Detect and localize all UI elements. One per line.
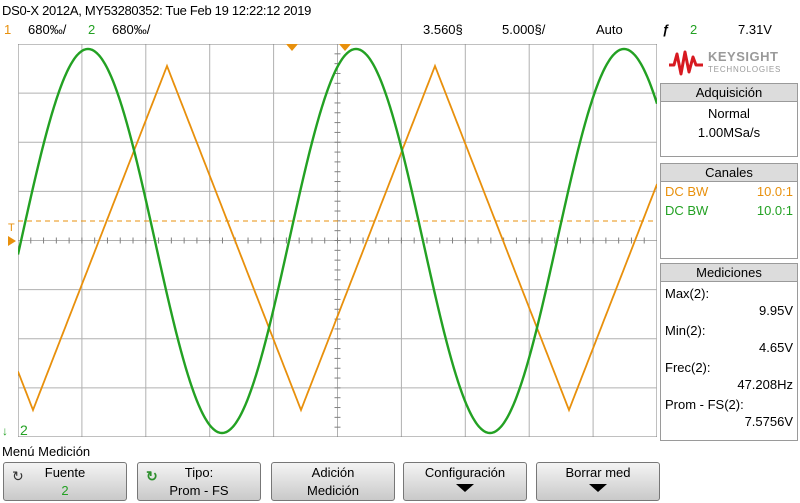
ch1-probe: 10.0:1 bbox=[756, 184, 793, 199]
clear-measurement-softkey[interactable]: Borrar med bbox=[536, 462, 660, 501]
sample-rate: 1.00MSa/s bbox=[697, 125, 761, 140]
rotate-knob-icon: ↻ bbox=[146, 468, 158, 484]
softkey-value: Medición bbox=[306, 483, 360, 498]
logo-brand: KEYSIGHT bbox=[708, 49, 779, 64]
trigger-level[interactable]: 7.31V bbox=[738, 22, 772, 37]
measurement-label: Prom - FS(2): bbox=[665, 397, 744, 412]
ch2-scale[interactable]: 680‰/ bbox=[112, 22, 150, 37]
softkey-label: Adición bbox=[311, 465, 355, 480]
settings-softkey[interactable]: Configuración bbox=[403, 462, 527, 501]
trigger-marker: T bbox=[8, 222, 15, 234]
submenu-arrow-icon bbox=[589, 484, 607, 492]
logo-sub: TECHNOLOGIES bbox=[708, 65, 782, 74]
measurement-max[interactable]: Max(2): 9.95V bbox=[661, 285, 797, 319]
source-softkey[interactable]: ↻ Fuente 2 bbox=[3, 462, 127, 501]
measurement-value: 9.95V bbox=[759, 303, 793, 318]
trigger-source[interactable]: 2 bbox=[690, 22, 697, 37]
ch1-channel-row[interactable]: DC BW 10.0:1 bbox=[661, 182, 797, 201]
keysight-logo: KEYSIGHT TECHNOLOGIES bbox=[662, 45, 798, 81]
measurement-min[interactable]: Min(2): 4.65V bbox=[661, 322, 797, 356]
measurement-value: 47.208Hz bbox=[737, 377, 793, 392]
measurement-label: Min(2): bbox=[665, 323, 706, 338]
submenu-arrow-icon bbox=[456, 484, 474, 492]
ch2-number[interactable]: 2 bbox=[88, 22, 95, 37]
rotate-knob-icon: ↻ bbox=[12, 468, 24, 484]
softkey-label: Configuración bbox=[424, 465, 506, 480]
measurements-panel[interactable]: Mediciones Max(2): 9.95V Min(2): 4.65V F… bbox=[660, 263, 798, 441]
ch2-coupling: DC BW bbox=[665, 203, 709, 218]
acquisition-mode: Normal bbox=[708, 106, 750, 121]
add-measurement-softkey[interactable]: Adición Medición bbox=[271, 462, 395, 501]
ch1-scale[interactable]: 680‰/ bbox=[28, 22, 66, 37]
measurements-title: Mediciones bbox=[661, 264, 797, 282]
ch2-ground-arrow-icon[interactable]: ↓ bbox=[2, 424, 8, 438]
measurement-average[interactable]: Prom - FS(2): 7.5756V bbox=[661, 396, 797, 430]
waveform-display[interactable] bbox=[18, 44, 657, 437]
ch1-coupling: DC BW bbox=[665, 184, 709, 199]
ch2-channel-row[interactable]: DC BW 10.0:1 bbox=[661, 201, 797, 220]
time-offset[interactable]: 3.560§ bbox=[423, 22, 463, 37]
menu-title: Menú Medición bbox=[2, 444, 91, 459]
type-softkey[interactable]: ↻ Tipo: Prom - FS bbox=[137, 462, 261, 501]
measurement-label: Frec(2): bbox=[665, 360, 711, 375]
instrument-info: DS0-X 2012A, MY53280352: Tue Feb 19 12:2… bbox=[2, 3, 312, 18]
ch2-probe: 10.0:1 bbox=[756, 203, 793, 218]
channels-panel[interactable]: Canales DC BW 10.0:1 DC BW 10.0:1 bbox=[660, 163, 798, 259]
time-scale[interactable]: 5.000§/ bbox=[502, 22, 545, 37]
acquisition-title: Adquisición bbox=[661, 84, 797, 102]
acquisition-panel[interactable]: Adquisición Normal 1.00MSa/s bbox=[660, 83, 798, 157]
ch1-number[interactable]: 1 bbox=[4, 22, 11, 37]
channels-title: Canales bbox=[661, 164, 797, 182]
measurement-value: 4.65V bbox=[759, 340, 793, 355]
trigger-slope-icon: ƒ bbox=[662, 22, 670, 37]
ch1-ground-marker[interactable] bbox=[8, 236, 16, 246]
measurement-value: 7.5756V bbox=[744, 414, 793, 429]
measurement-frequency[interactable]: Frec(2): 47.208Hz bbox=[661, 359, 797, 393]
ch2-ground-label: 2 bbox=[20, 422, 28, 438]
keysight-wave-icon bbox=[669, 50, 703, 76]
softkey-label: Borrar med bbox=[565, 465, 631, 480]
measurement-label: Max(2): bbox=[665, 286, 710, 301]
trigger-mode[interactable]: Auto bbox=[596, 22, 623, 37]
